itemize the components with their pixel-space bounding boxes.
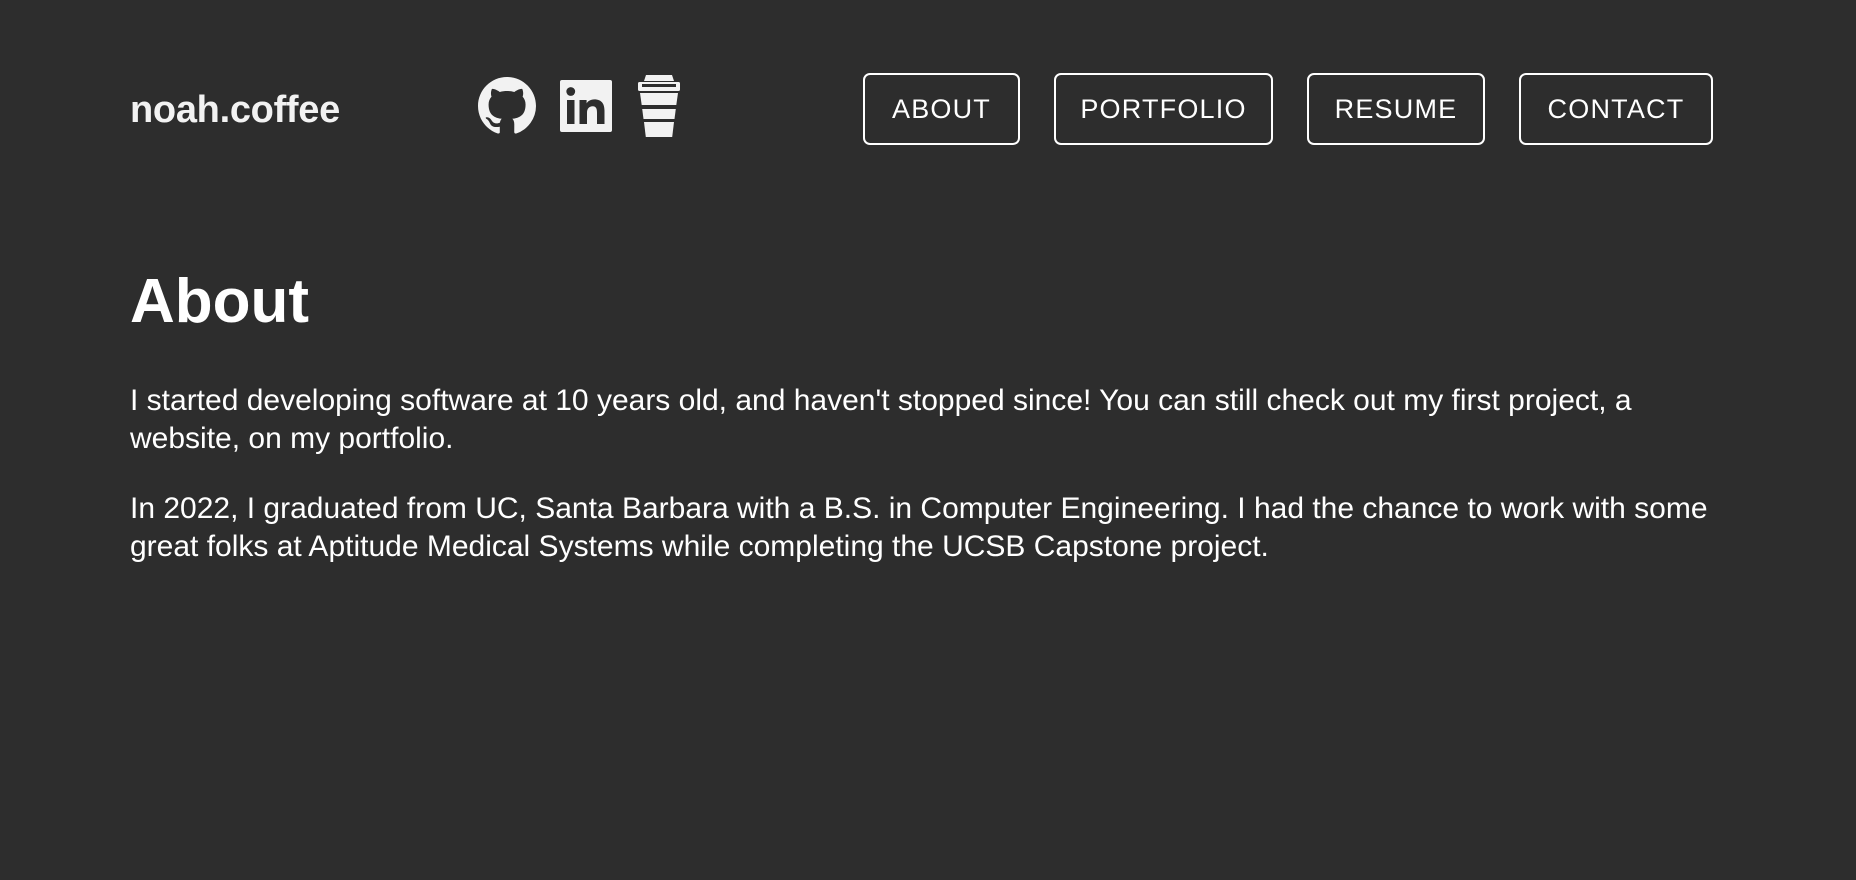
nav-contact-button[interactable]: CONTACT bbox=[1519, 73, 1713, 145]
social-links bbox=[478, 74, 682, 138]
page-title: About bbox=[130, 267, 310, 336]
linkedin-icon bbox=[560, 80, 612, 136]
about-paragraph-2: In 2022, I graduated from UC, Santa Barb… bbox=[130, 492, 1708, 563]
about-paragraph-1: I started developing software at 10 year… bbox=[130, 384, 1632, 455]
page: noah.coffee ABOUT PORTFOLIO RESUME CONTA… bbox=[0, 0, 1856, 880]
nav-about-button[interactable]: ABOUT bbox=[863, 73, 1020, 145]
nav-resume-button[interactable]: RESUME bbox=[1307, 73, 1485, 145]
github-icon bbox=[478, 77, 536, 139]
nav-portfolio-button[interactable]: PORTFOLIO bbox=[1054, 73, 1273, 145]
main-nav: ABOUT PORTFOLIO RESUME CONTACT bbox=[863, 73, 1713, 145]
github-link[interactable] bbox=[478, 77, 536, 135]
coffee-link[interactable] bbox=[636, 74, 682, 138]
about-section: About I started developing software at 1… bbox=[130, 262, 1730, 566]
linkedin-link[interactable] bbox=[560, 80, 612, 132]
site-logo-link[interactable]: noah.coffee bbox=[130, 84, 340, 136]
site-header: noah.coffee ABOUT PORTFOLIO RESUME CONTA… bbox=[0, 0, 1856, 180]
coffee-cup-icon bbox=[636, 75, 682, 142]
